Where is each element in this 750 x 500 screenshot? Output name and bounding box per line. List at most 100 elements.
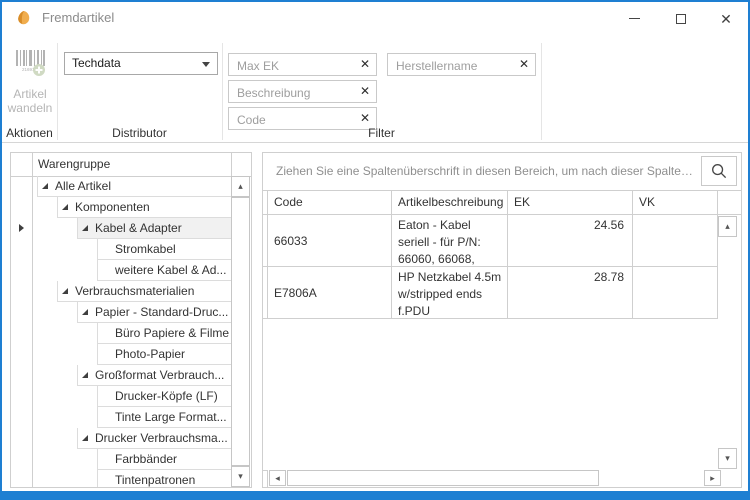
tree-node-label: Drucker Verbrauchsma... — [95, 431, 228, 445]
group-by-hint: Ziehen Sie eine Spaltenüberschrift in di… — [276, 153, 695, 189]
column-header-filler — [718, 191, 741, 215]
expander-icon[interactable] — [62, 204, 68, 210]
artikel-wandeln-button[interactable]: 216912 Artikel wandeln — [6, 49, 54, 115]
tree-node-label: Papier - Standard-Druc... — [95, 305, 228, 319]
clear-icon[interactable]: ✕ — [519, 57, 529, 72]
chevron-down-icon[interactable] — [202, 62, 210, 67]
ribbon-group-label-aktionen: Aktionen — [2, 126, 57, 140]
cell-description: HP Netzkabel 4.5m w/stripped ends f.PDU — [392, 267, 508, 319]
tree-vertical-scrollbar[interactable]: ▴ ▾ — [231, 176, 251, 487]
cell-description: Eaton - Kabel seriell - für P/N: 66060, … — [392, 215, 508, 267]
scroll-left-icon: ◂ — [275, 473, 280, 484]
tree-node[interactable]: Drucker-Köpfe (LF) — [33, 386, 231, 407]
tree-node[interactable]: Stromkabel — [33, 239, 231, 260]
tree-indicator-header — [11, 153, 33, 176]
group-by-panel[interactable]: Ziehen Sie eine Spaltenüberschrift in di… — [263, 153, 741, 191]
tree-node-label: Tinte Large Format... — [115, 410, 227, 424]
grid-horizontal-scrollbar[interactable]: ◂ ▸ — [263, 470, 741, 487]
tree-node-label: Tintenpatronen — [115, 473, 195, 487]
tree-node[interactable]: Verbrauchsmaterialien — [33, 281, 231, 302]
minimize-button[interactable] — [617, 2, 651, 35]
tree-column-header[interactable]: Warengruppe — [33, 153, 231, 176]
ribbon-group-separator — [541, 43, 542, 140]
expander-icon[interactable] — [42, 183, 48, 189]
tree-node[interactable]: Farbbänder — [33, 449, 231, 470]
tree-node[interactable]: Großformat Verbrauch... — [33, 365, 231, 386]
column-header-code[interactable]: Code — [268, 191, 392, 215]
maximize-icon — [676, 14, 686, 24]
tree-node[interactable]: Papier - Standard-Druc... — [33, 302, 231, 323]
grid-column-headers: Code Artikelbeschreibung EK VK — [263, 191, 741, 215]
close-icon: ✕ — [720, 12, 732, 26]
maximize-button[interactable] — [664, 2, 698, 35]
tree-node-label: Alle Artikel — [55, 179, 111, 193]
minimize-icon — [629, 18, 640, 19]
scroll-down-icon: ▾ — [725, 453, 730, 464]
app-shell-icon — [16, 10, 32, 26]
tree-node[interactable]: Tintenpatronen — [33, 470, 231, 487]
grid-scroll-up-button[interactable]: ▴ — [718, 216, 737, 237]
scrollbar-corner-cell — [263, 470, 268, 487]
scroll-down-button[interactable]: ▾ — [231, 466, 250, 487]
cell-vk — [633, 215, 718, 267]
filter-max-ek-input[interactable] — [235, 55, 354, 76]
tree-node[interactable]: Photo-Papier — [33, 344, 231, 365]
grid-rows: 66033 Eaton - Kabel seriell - für P/N: 6… — [263, 215, 741, 319]
distributor-combobox-value: Techdata — [72, 53, 121, 74]
tree-node-label: Farbbänder — [115, 452, 177, 466]
tree-node-label: Verbrauchsmaterialien — [75, 284, 194, 298]
title-bar: Fremdartikel ✕ — [2, 2, 748, 35]
filter-herstellername-input[interactable] — [394, 55, 513, 76]
grid-scroll-down-button[interactable]: ▾ — [718, 448, 737, 469]
tree-node[interactable]: Büro Papiere & Filme — [33, 323, 231, 344]
focused-row-arrow-icon — [19, 224, 24, 232]
tree-node[interactable]: Drucker Verbrauchsma... — [33, 428, 231, 449]
tree-node[interactable]: Komponenten — [33, 197, 231, 218]
search-icon — [711, 163, 728, 180]
column-header-artikelbeschreibung[interactable]: Artikelbeschreibung — [392, 191, 508, 215]
scrollbar-thumb[interactable] — [231, 197, 250, 466]
column-header-ek[interactable]: EK — [508, 191, 633, 215]
expander-icon[interactable] — [82, 435, 88, 441]
cell-vk — [633, 267, 718, 319]
scroll-left-button[interactable]: ◂ — [269, 470, 286, 486]
column-header-vk[interactable]: VK — [633, 191, 718, 215]
scroll-right-button[interactable]: ▸ — [704, 470, 721, 486]
grid-search-button[interactable] — [701, 156, 737, 186]
scrollbar-thumb[interactable] — [287, 470, 599, 486]
clear-icon[interactable]: ✕ — [360, 111, 370, 126]
filter-herstellername-field: ✕ — [387, 53, 536, 76]
scroll-down-icon: ▾ — [238, 471, 243, 482]
expander-icon[interactable] — [82, 372, 88, 378]
tree-node-label: Kabel & Adapter — [95, 221, 182, 235]
app-window: Fremdartikel ✕ 216912 — [0, 0, 750, 500]
tree-node[interactable]: weitere Kabel & Ad... — [33, 260, 231, 281]
expander-icon[interactable] — [62, 288, 68, 294]
tree-node-label: Büro Papiere & Filme — [115, 326, 229, 340]
artikel-wandeln-label-line1: Artikel — [6, 87, 54, 101]
distributor-combobox[interactable]: Techdata — [64, 52, 218, 75]
warengruppe-tree-panel: Warengruppe Alle Artikel Komponenten Kab… — [10, 152, 252, 488]
filter-max-ek-field: ✕ — [228, 53, 377, 76]
filter-beschreibung-input[interactable] — [235, 82, 354, 103]
grid-row[interactable]: E7806A HP Netzkabel 4.5m w/stripped ends… — [263, 267, 741, 319]
expander-icon[interactable] — [82, 225, 88, 231]
tree-node[interactable]: Kabel & Adapter — [33, 218, 231, 239]
artikel-wandeln-label-line2: wandeln — [6, 101, 54, 115]
window-bottom-border — [2, 491, 748, 498]
tree-node[interactable]: Tinte Large Format... — [33, 407, 231, 428]
scroll-right-icon: ▸ — [710, 473, 715, 484]
cell-code: 66033 — [268, 215, 392, 267]
scroll-up-button[interactable]: ▴ — [231, 176, 250, 197]
tree-node-label: Drucker-Köpfe (LF) — [115, 389, 218, 403]
clear-icon[interactable]: ✕ — [360, 84, 370, 99]
cell-ek: 24.56 — [508, 215, 633, 267]
tree-scrollbar-header-cell — [231, 153, 251, 176]
clear-icon[interactable]: ✕ — [360, 57, 370, 72]
cell-ek: 28.78 — [508, 267, 633, 319]
close-button[interactable]: ✕ — [709, 2, 743, 35]
expander-icon[interactable] — [82, 309, 88, 315]
tree-node[interactable]: Alle Artikel — [33, 176, 231, 197]
grid-row[interactable]: 66033 Eaton - Kabel seriell - für P/N: 6… — [263, 215, 741, 267]
tree-row-indicator-column — [11, 176, 33, 487]
